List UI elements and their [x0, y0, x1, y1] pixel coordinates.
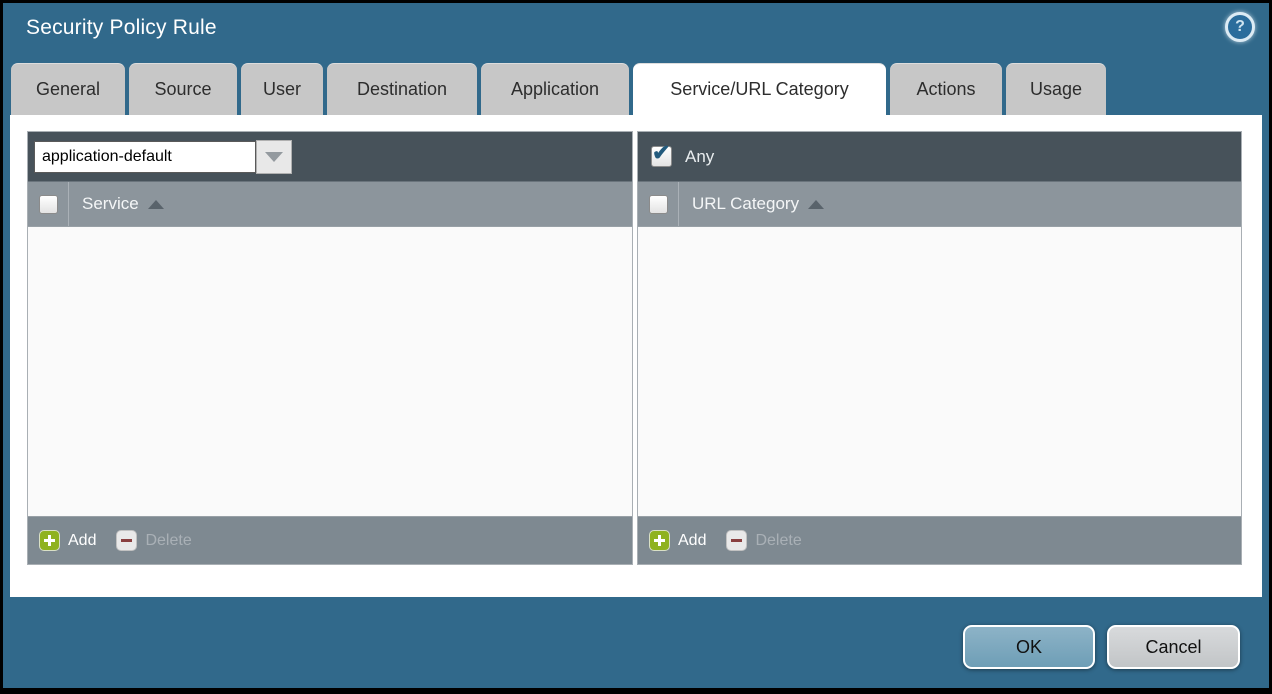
delete-label: Delete — [755, 532, 801, 550]
tab-actions[interactable]: Actions — [890, 63, 1002, 115]
tab-general[interactable]: General — [11, 63, 125, 115]
url-category-column-label[interactable]: URL Category — [692, 194, 799, 214]
question-mark-glyph: ? — [1235, 18, 1245, 36]
sort-ascending-icon[interactable] — [808, 200, 824, 209]
tab-source[interactable]: Source — [129, 63, 237, 115]
dialog-title: Security Policy Rule — [26, 16, 217, 40]
chevron-down-icon — [265, 152, 283, 162]
url-category-add-button[interactable]: Add — [649, 530, 706, 551]
tab-bar: General Source User Destination Applicat… — [11, 63, 1106, 115]
service-footer-bar: Add Delete — [28, 516, 632, 564]
tab-application[interactable]: Application — [481, 63, 629, 115]
help-icon[interactable]: ? — [1225, 12, 1255, 42]
service-list[interactable] — [28, 227, 632, 516]
tab-user[interactable]: User — [241, 63, 323, 115]
url-category-delete-button[interactable]: Delete — [726, 530, 801, 551]
service-panel: Service Add Delete — [27, 131, 633, 565]
service-delete-button[interactable]: Delete — [116, 530, 191, 551]
url-category-select-all-cell — [638, 182, 679, 226]
service-type-input[interactable] — [34, 141, 256, 173]
url-category-select-all-checkbox[interactable] — [649, 195, 668, 214]
plus-icon — [649, 530, 670, 551]
service-dropdown-bar — [28, 132, 632, 182]
tab-usage[interactable]: Usage — [1006, 63, 1106, 115]
cancel-button[interactable]: Cancel — [1107, 625, 1240, 669]
service-column-label[interactable]: Service — [82, 194, 139, 214]
any-label: Any — [685, 147, 714, 167]
tab-destination[interactable]: Destination — [327, 63, 477, 115]
service-select-all-checkbox[interactable] — [39, 195, 58, 214]
tab-content-sheet: Service Add Delete Any — [10, 115, 1262, 597]
security-policy-rule-dialog: Security Policy Rule ? General Source Us… — [3, 3, 1269, 688]
add-label: Add — [68, 532, 96, 550]
url-category-list[interactable] — [638, 227, 1241, 516]
add-label: Add — [678, 532, 706, 550]
tab-service-url-category[interactable]: Service/URL Category — [633, 63, 886, 115]
service-type-dropdown-button[interactable] — [256, 140, 292, 174]
minus-icon — [726, 530, 747, 551]
url-category-footer-bar: Add Delete — [638, 516, 1241, 564]
plus-icon — [39, 530, 60, 551]
any-checkbox[interactable] — [651, 146, 672, 167]
url-category-any-bar: Any — [638, 132, 1241, 182]
service-select-all-cell — [28, 182, 69, 226]
url-category-column-header-row: URL Category — [638, 182, 1241, 227]
service-add-button[interactable]: Add — [39, 530, 96, 551]
url-category-panel: Any URL Category Add Delete — [637, 131, 1242, 565]
sort-ascending-icon[interactable] — [148, 200, 164, 209]
delete-label: Delete — [145, 532, 191, 550]
service-column-header-row: Service — [28, 182, 632, 227]
minus-icon — [116, 530, 137, 551]
ok-button[interactable]: OK — [963, 625, 1095, 669]
